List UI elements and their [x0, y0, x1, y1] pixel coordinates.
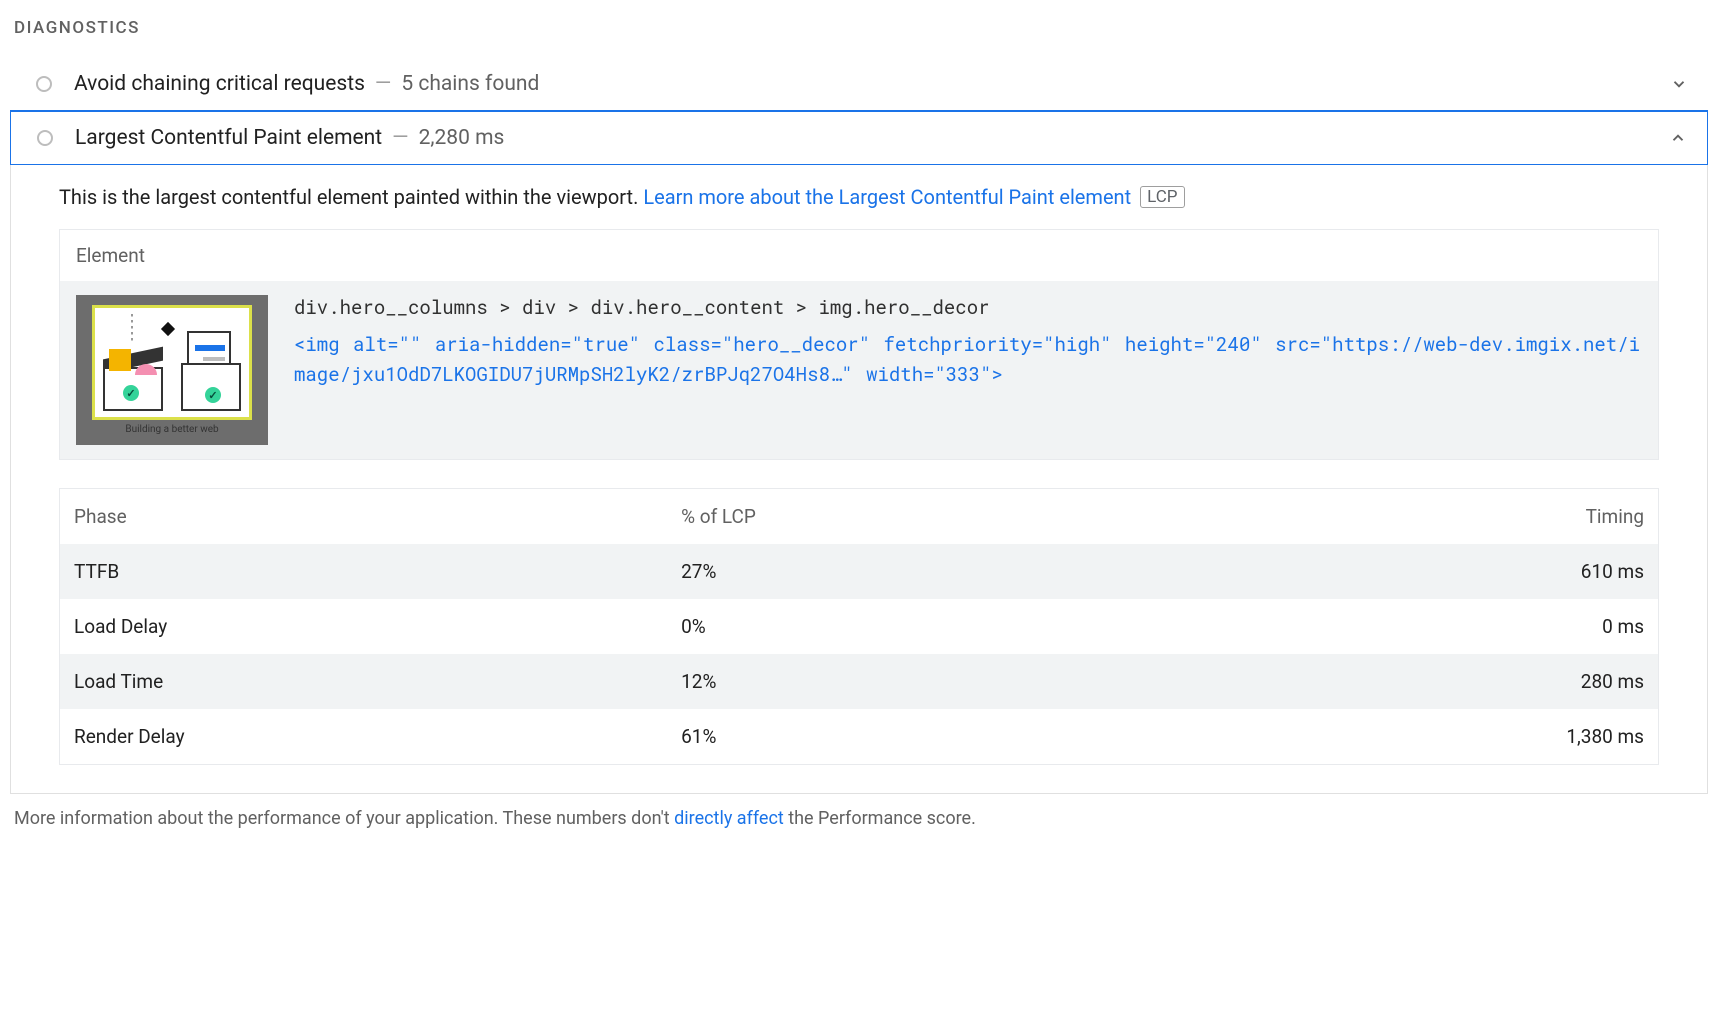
cell-timing: 610 ms	[1155, 544, 1659, 599]
col-phase: Phase	[60, 489, 668, 545]
element-dom-path: div.hero__columns > div > div.hero__cont…	[294, 295, 1642, 320]
audit-title: Largest Contentful Paint element	[75, 126, 382, 150]
audit-subtext: 5 chains found	[401, 72, 539, 96]
chevron-up-icon[interactable]	[1667, 127, 1689, 149]
element-markup: <img alt="" aria-hidden="true" class="he…	[294, 330, 1642, 391]
table-row: Load Time 12% 280 ms	[60, 654, 1659, 709]
audit-title: Avoid chaining critical requests	[74, 72, 365, 96]
cell-timing: 0 ms	[1155, 599, 1659, 654]
cell-pct: 0%	[667, 599, 1155, 654]
cell-phase: Render Delay	[60, 709, 668, 765]
lcp-phase-table: Phase % of LCP Timing TTFB 27% 610 ms Lo…	[59, 488, 1659, 765]
col-timing: Timing	[1155, 489, 1659, 545]
neutral-circle-icon	[37, 130, 53, 146]
audit-details-lcp: This is the largest contentful element p…	[10, 165, 1708, 794]
separator: —	[365, 72, 401, 96]
footnote-prefix: More information about the performance o…	[14, 808, 674, 829]
table-row: TTFB 27% 610 ms	[60, 544, 1659, 599]
cell-phase: Load Delay	[60, 599, 668, 654]
table-header-row: Phase % of LCP Timing	[60, 489, 1659, 545]
cell-pct: 12%	[667, 654, 1155, 709]
audit-description: This is the largest contentful element p…	[59, 185, 1659, 209]
cell-pct: 61%	[667, 709, 1155, 765]
diagnostics-section-header: DIAGNOSTICS	[10, 10, 1708, 58]
footnote-suffix: the Performance score.	[784, 808, 976, 829]
cell-phase: TTFB	[60, 544, 668, 599]
cell-pct: 27%	[667, 544, 1155, 599]
table-row: Render Delay 61% 1,380 ms	[60, 709, 1659, 765]
directly-affect-link[interactable]: directly affect	[674, 808, 784, 829]
diagnostics-footnote: More information about the performance o…	[10, 794, 1708, 829]
chevron-down-icon[interactable]	[1668, 73, 1690, 95]
thumbnail-caption: Building a better web	[125, 424, 218, 435]
cell-timing: 1,380 ms	[1155, 709, 1659, 765]
table-row: Load Delay 0% 0 ms	[60, 599, 1659, 654]
col-pct: % of LCP	[667, 489, 1155, 545]
lcp-element-card: Element ✓ ✓ Building a better we	[59, 229, 1659, 460]
audit-row-critical-requests[interactable]: Avoid chaining critical requests — 5 cha…	[10, 58, 1708, 110]
audit-row-lcp-element[interactable]: Largest Contentful Paint element — 2,280…	[10, 110, 1708, 165]
neutral-circle-icon	[36, 76, 52, 92]
element-card-header: Element	[60, 230, 1658, 281]
description-text: This is the largest contentful element p…	[59, 185, 643, 209]
separator: —	[382, 126, 418, 150]
audit-subtext: 2,280 ms	[419, 126, 505, 150]
cell-timing: 280 ms	[1155, 654, 1659, 709]
element-thumbnail: ✓ ✓ Building a better web	[76, 295, 268, 445]
learn-more-link[interactable]: Learn more about the Largest Contentful …	[643, 185, 1131, 209]
lcp-badge: LCP	[1140, 186, 1184, 208]
cell-phase: Load Time	[60, 654, 668, 709]
